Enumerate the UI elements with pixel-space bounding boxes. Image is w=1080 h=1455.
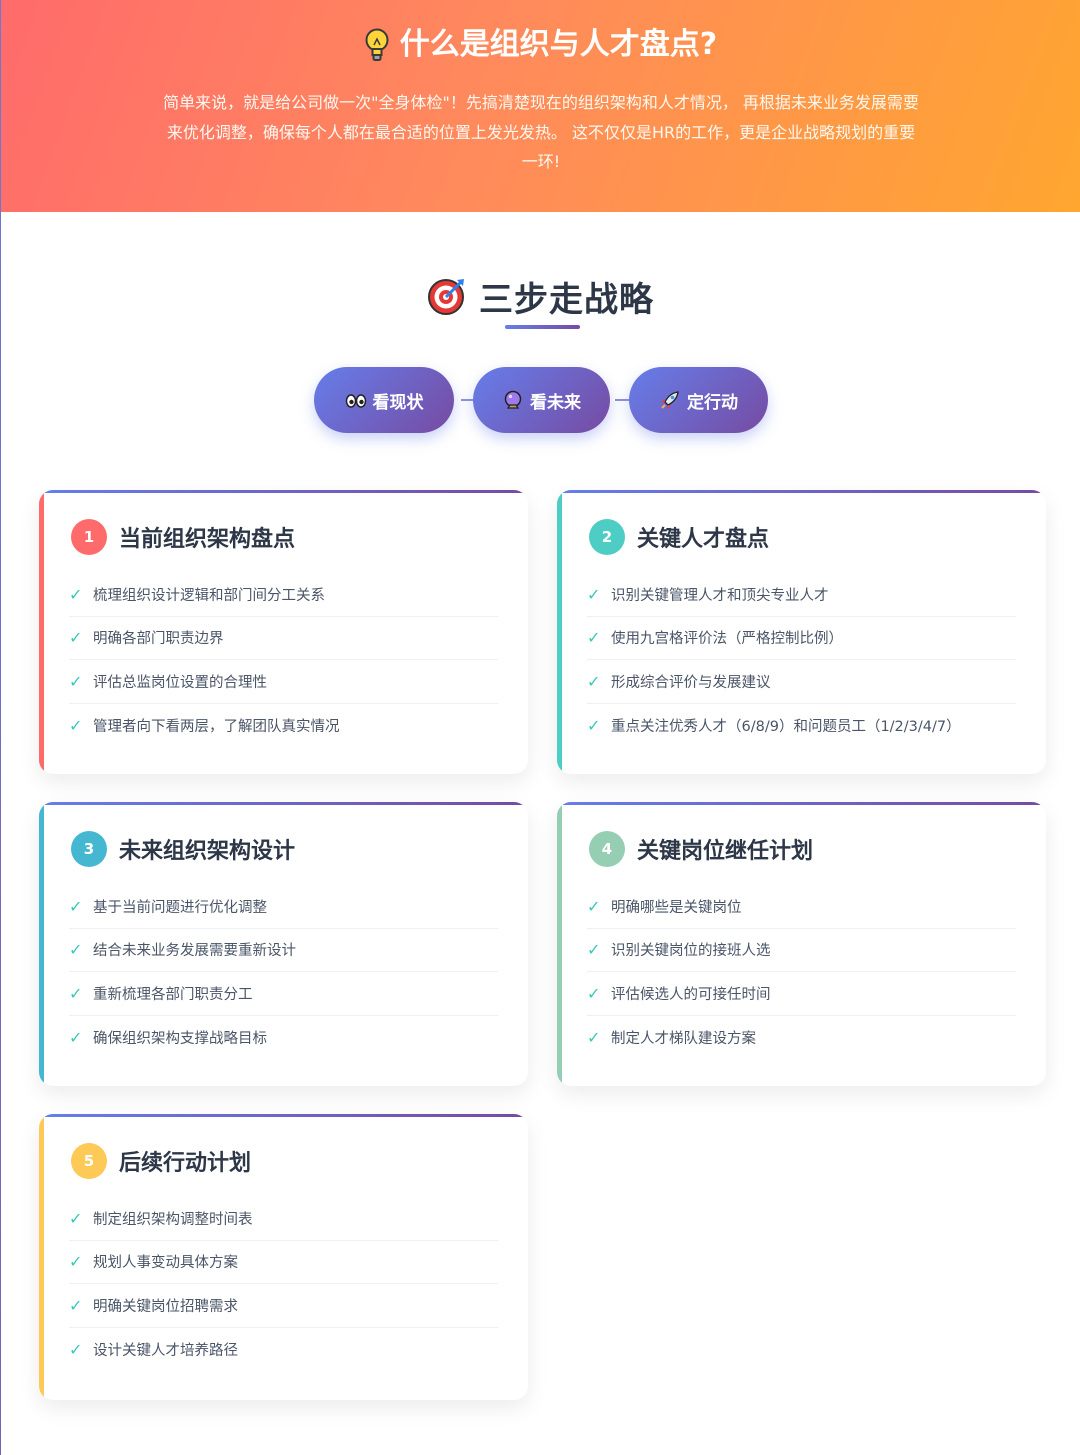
card-checklist: ✓ 基于当前问题进行优化调整 ✓ 结合未来业务发展需要重新设计 ✓ 重新梳理各部门职责… — [69, 885, 498, 1059]
card-accent-bar — [39, 1114, 44, 1400]
rocket-icon — [661, 391, 679, 409]
card-action-plan: 5 后续行动计划 ✓ 制定组织架构调整时间表 ✓ 规划人事变动具体方案 ✓ 明确关键岗… — [39, 1114, 528, 1400]
step-pill-2[interactable]: 看未来 — [473, 367, 610, 433]
step-label: 看未来 — [530, 392, 581, 413]
list-item: ✓ 重新梳理各部门职责分工 — [69, 972, 498, 1016]
list-item: ✓ 规划人事变动具体方案 — [69, 1241, 498, 1284]
list-item: ✓ 制定组织架构调整时间表 — [69, 1197, 498, 1241]
check-icon: ✓ — [587, 983, 601, 1003]
card-accent-bar — [557, 490, 562, 774]
card-key-talent: 2 关键人才盘点 ✓ 识别关键管理人才和顶尖专业人才 ✓ 使用九宫格评价法（严格控制… — [557, 490, 1046, 774]
check-icon: ✓ — [587, 896, 601, 916]
step-label: 看现状 — [372, 392, 424, 413]
check-icon: ✓ — [69, 628, 83, 648]
target-icon — [428, 279, 464, 315]
list-item: ✓ 评估候选人的可接任时间 — [587, 972, 1016, 1016]
list-item: ✓ 重点关注优秀人才（6/8/9）和问题员工（1/2/3/4/7） — [587, 715, 961, 735]
list-item: ✓ 结合未来业务发展需要重新设计 — [69, 929, 498, 972]
list-item: ✓ 明确哪些是关键岗位 — [587, 885, 1016, 929]
check-icon: ✓ — [69, 940, 83, 960]
hero-description: 简单来说，就是给公司做一次"全身体检"！先搞清楚现在的组织架构和人才情况， 再根… — [163, 93, 919, 171]
list-item: ✓ 明确各部门职责边界 — [69, 617, 498, 660]
check-icon: ✓ — [587, 940, 601, 960]
card-accent-bar — [39, 802, 44, 1086]
card-checklist: ✓ 梳理组织设计逻辑和部门间分工关系 ✓ 明确各部门职责边界 ✓ 评估总监岗位设置的合… — [69, 573, 498, 747]
strategy-heading: 三步走战略 — [1, 272, 1080, 320]
list-item: ✓ 设计关键人才培养路径 — [69, 1339, 238, 1359]
check-icon: ✓ — [69, 1339, 83, 1359]
lightbulb-icon — [365, 28, 389, 61]
list-item: ✓ 识别关键岗位的接班人选 — [587, 929, 1016, 972]
check-icon: ✓ — [69, 671, 83, 691]
check-icon: ✓ — [69, 715, 83, 735]
card-checklist: ✓ 制定组织架构调整时间表 ✓ 规划人事变动具体方案 ✓ 明确关键岗位招聘需求 ✓ 设计… — [69, 1197, 498, 1371]
list-item: ✓ 基于当前问题进行优化调整 — [69, 885, 498, 929]
step-pill-1[interactable]: 看现状 — [314, 367, 454, 433]
card-accent-bar — [557, 802, 562, 1086]
step-connector — [615, 399, 629, 401]
card-title: 当前组织架构盘点 — [119, 527, 296, 552]
list-item: ✓ 识别关键管理人才和顶尖专业人才 — [587, 573, 1016, 617]
crystal-ball-icon — [504, 390, 522, 409]
list-item: ✓ 管理者向下看两层，了解团队真实情况 — [69, 715, 340, 735]
list-item: ✓ 形成综合评价与发展建议 — [587, 660, 1016, 704]
card-title: 关键岗位继任计划 — [637, 839, 814, 864]
list-item: ✓ 使用九宫格评价法（严格控制比例） — [587, 617, 1016, 660]
page: 什么是组织与人才盘点? 简单来说，就是给公司做一次"全身体检"！先搞清楚现在的组… — [1, 0, 1080, 1455]
check-icon: ✓ — [69, 1027, 83, 1047]
list-item: ✓ 评估总监岗位设置的合理性 — [69, 660, 498, 704]
card-title: 后续行动计划 — [119, 1151, 252, 1176]
title-underline — [505, 325, 580, 329]
check-icon: ✓ — [69, 1252, 83, 1272]
card-number-badge: 2 — [589, 519, 625, 555]
card-header: 2 关键人才盘点 — [589, 518, 769, 556]
card-number-badge: 5 — [71, 1143, 107, 1179]
card-accent-bar — [39, 490, 44, 774]
card-number-badge: 4 — [589, 831, 625, 867]
card-checklist: ✓ 识别关键管理人才和顶尖专业人才 ✓ 使用九宫格评价法（严格控制比例） ✓ 形成综合… — [587, 573, 1016, 747]
check-icon: ✓ — [587, 584, 601, 604]
eyes-icon — [345, 394, 366, 408]
card-number-badge: 3 — [71, 831, 107, 867]
card-future-structure: 3 未来组织架构设计 ✓ 基于当前问题进行优化调整 ✓ 结合未来业务发展需要重新设计… — [39, 802, 528, 1086]
hero-banner: 什么是组织与人才盘点? 简单来说，就是给公司做一次"全身体检"！先搞清楚现在的组… — [1, 0, 1080, 212]
check-icon: ✓ — [69, 1295, 83, 1315]
hero-title: 什么是组织与人才盘点? — [1, 24, 1080, 66]
list-item: ✓ 制定人才梯队建设方案 — [587, 1027, 756, 1047]
list-item: ✓ 梳理组织设计逻辑和部门间分工关系 — [69, 573, 498, 617]
check-icon: ✓ — [69, 896, 83, 916]
card-checklist: ✓ 明确哪些是关键岗位 ✓ 识别关键岗位的接班人选 ✓ 评估候选人的可接任时间 ✓ 制定… — [587, 885, 1016, 1059]
card-header: 1 当前组织架构盘点 — [71, 518, 295, 556]
card-number-badge: 1 — [71, 519, 107, 555]
check-icon: ✓ — [69, 584, 83, 604]
step-label: 定行动 — [687, 392, 738, 413]
check-icon: ✓ — [587, 671, 601, 691]
card-title: 关键人才盘点 — [637, 527, 770, 552]
list-item: ✓ 确保组织架构支撑战略目标 — [69, 1027, 267, 1047]
card-header: 5 后续行动计划 — [71, 1142, 251, 1180]
step-pill-3[interactable]: 定行动 — [629, 367, 768, 433]
check-icon: ✓ — [69, 1208, 83, 1228]
strategy-title: 三步走战略 — [479, 279, 654, 320]
card-title: 未来组织架构设计 — [119, 839, 296, 864]
card-header: 4 关键岗位继任计划 — [589, 830, 813, 868]
card-header: 3 未来组织架构设计 — [71, 830, 295, 868]
check-icon: ✓ — [587, 628, 601, 648]
list-item: ✓ 明确关键岗位招聘需求 — [69, 1284, 498, 1328]
check-icon: ✓ — [587, 715, 601, 735]
check-icon: ✓ — [587, 1027, 601, 1047]
card-succession-plan: 4 关键岗位继任计划 ✓ 明确哪些是关键岗位 ✓ 识别关键岗位的接班人选 ✓ 评估候选… — [557, 802, 1046, 1086]
card-current-structure: 1 当前组织架构盘点 ✓ 梳理组织设计逻辑和部门间分工关系 ✓ 明确各部门职责边界 … — [39, 490, 528, 774]
check-icon: ✓ — [69, 983, 83, 1003]
